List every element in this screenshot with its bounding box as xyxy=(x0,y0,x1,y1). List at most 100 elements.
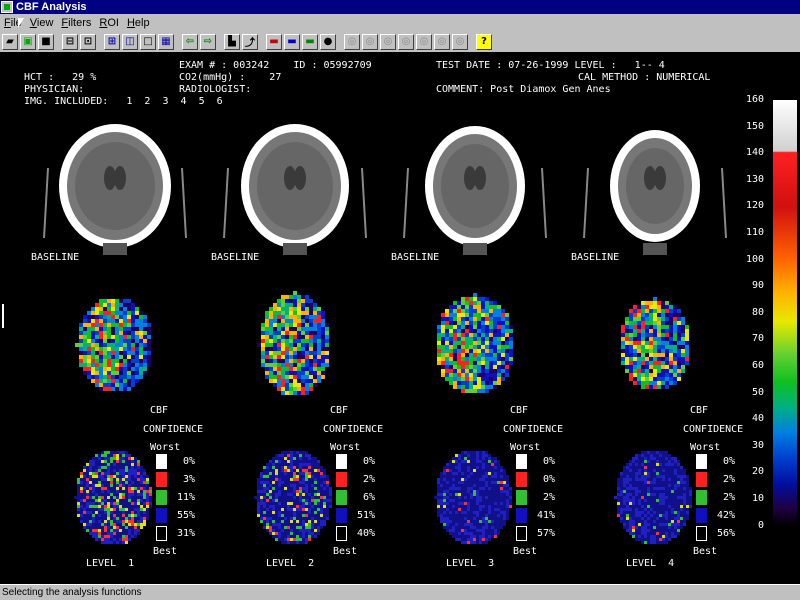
baseline-label-4: BASELINE xyxy=(571,252,620,263)
confidence-map-2[interactable] xyxy=(250,444,334,548)
menu-roi[interactable]: ROI xyxy=(95,17,123,29)
ct-scan-3[interactable] xyxy=(400,118,550,258)
menu-view[interactable]: View xyxy=(26,17,58,29)
tool-6-button[interactable]: ◎ xyxy=(434,33,450,50)
tool-6-icon: ◎ xyxy=(437,36,447,47)
colorbar-tick: 110 xyxy=(745,227,764,238)
arrow-left-button[interactable]: ⇦ xyxy=(182,33,198,50)
confidence-pct-2-2: 2% xyxy=(362,474,375,485)
colorbar-tick: 150 xyxy=(745,120,764,132)
level-label-2: LEVEL 2 xyxy=(266,558,315,569)
window-title: CBF Analysis xyxy=(16,1,87,13)
cbf-map-2[interactable] xyxy=(248,288,338,398)
colorbar-tick: 90 xyxy=(751,280,764,292)
cbf-label-1: CBF xyxy=(150,405,169,416)
color-monitor-button[interactable]: ▬ xyxy=(302,33,318,50)
grid-2x2-button[interactable]: ⊞ xyxy=(104,33,120,50)
colorbar-tick: 160 xyxy=(745,94,764,105)
red-monitor-icon: ▬ xyxy=(269,36,279,47)
status-text: Selecting the analysis functions xyxy=(2,587,142,598)
baseline-label-2: BASELINE xyxy=(211,252,260,263)
grid-2x1-icon: ◫ xyxy=(125,36,135,47)
colorbar-tick: 40 xyxy=(751,413,764,425)
colorbar-tick: 140 xyxy=(745,147,764,159)
tool-7-button[interactable]: ◎ xyxy=(452,33,468,50)
confidence-pct-3-5: 57% xyxy=(536,528,555,539)
help-button[interactable]: ? xyxy=(476,33,492,50)
confidence-label-2: CONFIDENCE xyxy=(323,424,384,435)
tool-1-button[interactable]: ◎ xyxy=(344,33,360,50)
palette-button[interactable]: ● xyxy=(320,33,336,50)
confidence-label-1: CONFIDENCE xyxy=(143,424,204,435)
colorbar-tick: 100 xyxy=(745,253,764,265)
arrow-left-icon: ⇦ xyxy=(185,36,195,47)
chart-button[interactable]: ▙ xyxy=(224,33,240,50)
open-button[interactable]: ▰ xyxy=(2,33,18,50)
print-setup-button[interactable]: ⊡ xyxy=(80,33,96,50)
confidence-pct-2-4: 51% xyxy=(356,510,375,521)
toolbar: ▰ ▣ ■ ⊟ ⊡ ⊞ ◫ □ ▦ ⇦ ⇨ ▙ ⤴ ▬ ▬ ▬ ● ◎ ◎ ◎ ◎ ◎ ◎ ◎? xyxy=(0,31,800,53)
app-icon[interactable] xyxy=(1,1,13,13)
level-label-1: LEVEL 1 xyxy=(86,558,135,569)
tool-4-button[interactable]: ◎ xyxy=(398,33,414,50)
monitor-button[interactable]: ▣ xyxy=(20,33,36,50)
tool-1-icon: ◎ xyxy=(347,36,357,47)
tool-7-icon: ◎ xyxy=(455,36,465,47)
cbf-map-3[interactable] xyxy=(428,288,518,398)
help-icon: ? xyxy=(481,36,487,47)
confidence-pct-2-5: 40% xyxy=(356,528,375,539)
menu-filters[interactable]: Filters xyxy=(57,17,95,29)
menu-help[interactable]: Help xyxy=(123,17,154,29)
cal-method-label: CAL METHOD : NUMERICAL xyxy=(578,72,711,83)
export-button[interactable]: ⤴ xyxy=(242,33,258,50)
arrow-right-button[interactable]: ⇨ xyxy=(200,33,216,50)
tool-2-button[interactable]: ◎ xyxy=(362,33,378,50)
baseline-label-1: BASELINE xyxy=(31,252,80,263)
exam-label: EXAM # : 003242 ID : 05992709 xyxy=(179,60,372,71)
save-button[interactable]: ■ xyxy=(38,33,54,50)
monitor-icon: ▣ xyxy=(23,36,33,47)
ct-scan-1[interactable] xyxy=(40,118,190,258)
save-icon: ■ xyxy=(41,36,51,47)
status-bar: Selecting the analysis functions xyxy=(0,584,800,600)
cbf-map-4[interactable] xyxy=(608,288,698,398)
confidence-map-3[interactable] xyxy=(430,444,514,548)
confidence-pct-2-3: 6% xyxy=(362,492,375,503)
test-date-label: TEST DATE : 07-26-1999 LEVEL : 1-- 4 xyxy=(436,60,665,71)
cbf-colorbar xyxy=(773,100,797,526)
tool-3-button[interactable]: ◎ xyxy=(380,33,396,50)
confidence-map-1[interactable] xyxy=(70,444,154,548)
confidence-pct-1-5: 31% xyxy=(176,528,195,539)
confidence-pct-1-3: 11% xyxy=(176,492,195,503)
tool-5-button[interactable]: ◎ xyxy=(416,33,432,50)
palette-icon: ● xyxy=(323,36,333,47)
single-view-icon: □ xyxy=(143,36,153,47)
colorbar-tick: 70 xyxy=(751,333,764,345)
best-label-3: Best xyxy=(513,546,538,557)
ct-scan-2[interactable] xyxy=(220,118,370,258)
tool-4-icon: ◎ xyxy=(401,36,411,47)
colorbar-tick: 120 xyxy=(745,200,764,212)
colorbar-tick: 80 xyxy=(751,306,764,318)
worst-label-1: Worst xyxy=(150,442,181,453)
colorbar-tick: 50 xyxy=(751,386,764,398)
confidence-pct-1-2: 3% xyxy=(182,474,195,485)
radiologist-label: RADIOLOGIST: xyxy=(179,84,252,95)
red-monitor-button[interactable]: ▬ xyxy=(266,33,282,50)
print-button[interactable]: ⊟ xyxy=(62,33,78,50)
physician-label: PHYSICIAN: xyxy=(24,84,85,95)
confidence-pct-4-1: 0% xyxy=(722,456,735,467)
confidence-pct-2-1: 0% xyxy=(362,456,375,467)
blue-monitor-button[interactable]: ▬ xyxy=(284,33,300,50)
grid-4x4-button[interactable]: ▦ xyxy=(158,33,174,50)
ct-scan-4[interactable] xyxy=(580,118,730,258)
blue-monitor-icon: ▬ xyxy=(287,36,297,47)
grid-2x1-button[interactable]: ◫ xyxy=(122,33,138,50)
cbf-map-1[interactable] xyxy=(68,288,158,398)
confidence-map-4[interactable] xyxy=(610,444,694,548)
export-icon: ⤴ xyxy=(245,38,255,49)
images-included-label: IMG. INCLUDED: 1 2 3 4 5 6 xyxy=(24,96,223,107)
single-view-button[interactable]: □ xyxy=(140,33,156,50)
side-marker xyxy=(2,304,8,328)
tool-3-icon: ◎ xyxy=(383,36,393,47)
